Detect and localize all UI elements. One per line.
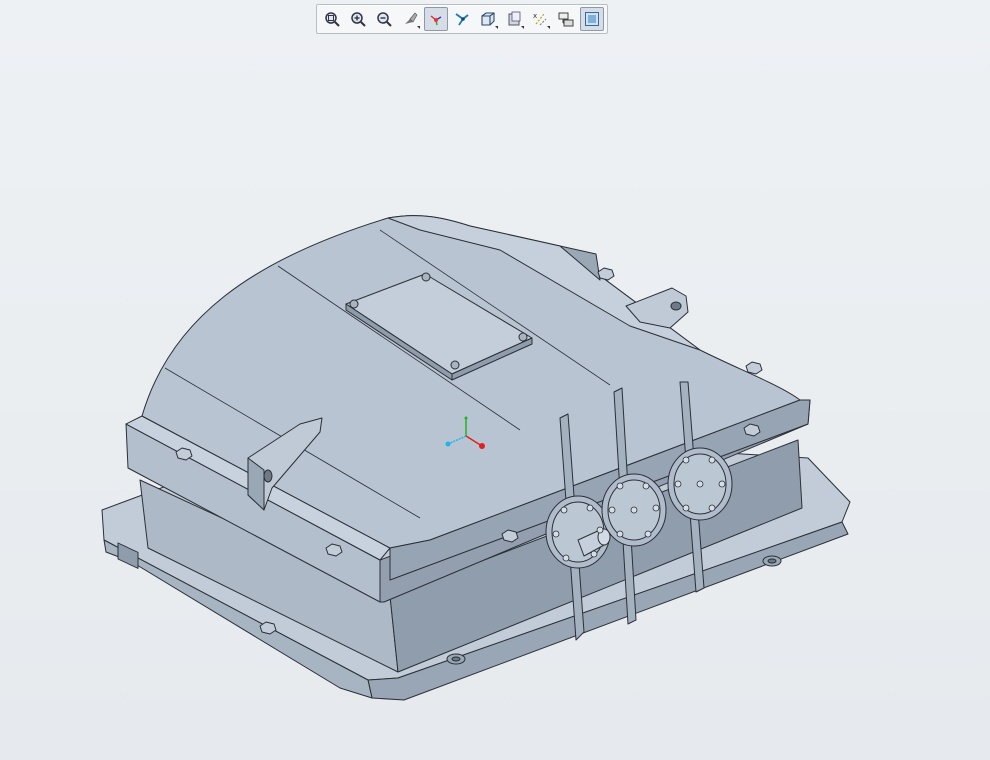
chevron-down-icon — [495, 26, 498, 29]
graphics-viewport[interactable] — [0, 40, 990, 760]
zoom-fit-icon — [325, 12, 340, 27]
shaded-icon — [585, 12, 599, 26]
svg-text:x: x — [533, 12, 537, 20]
hex-bolt — [501, 529, 519, 543]
hex-bolt — [175, 447, 193, 461]
repaint-button[interactable] — [398, 7, 422, 31]
zoom-in-button[interactable] — [346, 7, 370, 31]
spin-center-button[interactable] — [424, 7, 448, 31]
gearbox-model — [101, 215, 851, 701]
view-manager-icon — [558, 12, 574, 27]
zoom-fit-button[interactable] — [320, 7, 344, 31]
saved-views-button[interactable] — [476, 7, 500, 31]
display-style-button[interactable] — [502, 7, 526, 31]
hex-bolt — [325, 543, 343, 557]
chevron-down-icon — [521, 26, 524, 29]
hex-bolt — [745, 361, 763, 375]
view-manager-button[interactable] — [554, 7, 578, 31]
chevron-down-icon — [417, 26, 420, 29]
chevron-down-icon — [547, 26, 550, 29]
zoom-in-icon — [351, 12, 366, 27]
orient-button[interactable] — [450, 7, 474, 31]
zoom-out-button[interactable] — [372, 7, 396, 31]
plate-screw — [421, 272, 431, 282]
lug-hole — [263, 469, 273, 483]
plate-screw — [518, 332, 528, 342]
plate-screw — [450, 360, 460, 370]
hex-bolt — [597, 267, 615, 281]
hex-bolt — [259, 621, 277, 635]
hex-bolt — [743, 423, 761, 437]
shaded-button[interactable] — [580, 7, 604, 31]
zoom-out-icon — [377, 12, 392, 27]
base-hole-inner — [451, 656, 461, 662]
orient-icon — [455, 13, 469, 26]
datum-display-button[interactable]: x — [528, 7, 552, 31]
view-toolbar: x — [316, 4, 608, 34]
plate-screw — [349, 299, 359, 309]
spin-center-icon — [430, 15, 442, 26]
base-hole-inner — [767, 558, 777, 564]
lug-hole — [670, 301, 682, 311]
